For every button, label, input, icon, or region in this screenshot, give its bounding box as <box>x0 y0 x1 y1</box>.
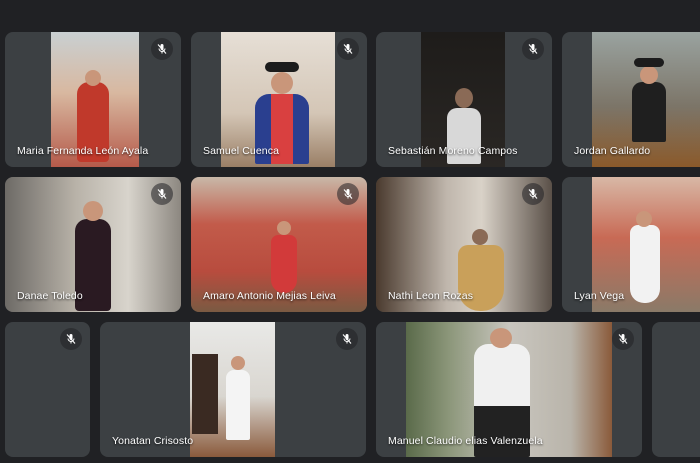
participant-tile-10[interactable]: Yonatan Crisosto <box>100 322 366 457</box>
mic-off-icon <box>337 183 359 205</box>
participant-name: Nathi Leon Rozas <box>388 290 474 302</box>
participant-tile-11[interactable]: Manuel Claudio elias Valenzuela <box>376 322 642 457</box>
participant-name: Danae Toledo <box>17 290 83 302</box>
participant-tile-5[interactable]: Danae Toledo <box>5 177 181 312</box>
participant-name: Lyan Vega <box>574 290 625 302</box>
participant-tile-3[interactable]: Sebastián Moreno Campos <box>376 32 552 167</box>
mic-off-icon <box>60 328 82 350</box>
participant-tile-6[interactable]: Amaro Antonio Mejias Leiva <box>191 177 367 312</box>
mic-off-icon <box>522 183 544 205</box>
mic-off-icon <box>151 183 173 205</box>
participant-tile-7[interactable]: Nathi Leon Rozas <box>376 177 552 312</box>
mic-off-icon <box>336 328 358 350</box>
participant-name: Jordan Gallardo <box>574 145 651 157</box>
participant-name: Samuel Cuenca <box>203 145 280 157</box>
participant-name: Sebastián Moreno Campos <box>388 145 518 157</box>
mic-off-icon <box>337 38 359 60</box>
participant-tile-12[interactable] <box>652 322 700 457</box>
mic-off-icon <box>522 38 544 60</box>
participant-name: Manuel Claudio elias Valenzuela <box>388 435 543 447</box>
participant-name: Amaro Antonio Mejias Leiva <box>203 290 336 302</box>
participant-tile-8[interactable]: Lyan Vega <box>562 177 700 312</box>
mic-off-icon <box>151 38 173 60</box>
participant-name: Maria Fernanda León Ayala <box>17 145 149 157</box>
participant-tile-4[interactable]: Jordan Gallardo <box>562 32 700 167</box>
participant-name: Yonatan Crisosto <box>112 435 194 447</box>
participant-tile-1[interactable]: Maria Fernanda León Ayala <box>5 32 181 167</box>
participant-tile-9[interactable] <box>5 322 90 457</box>
participant-tile-2[interactable]: Samuel Cuenca <box>191 32 367 167</box>
participant-video <box>190 322 275 457</box>
mic-off-icon <box>612 328 634 350</box>
